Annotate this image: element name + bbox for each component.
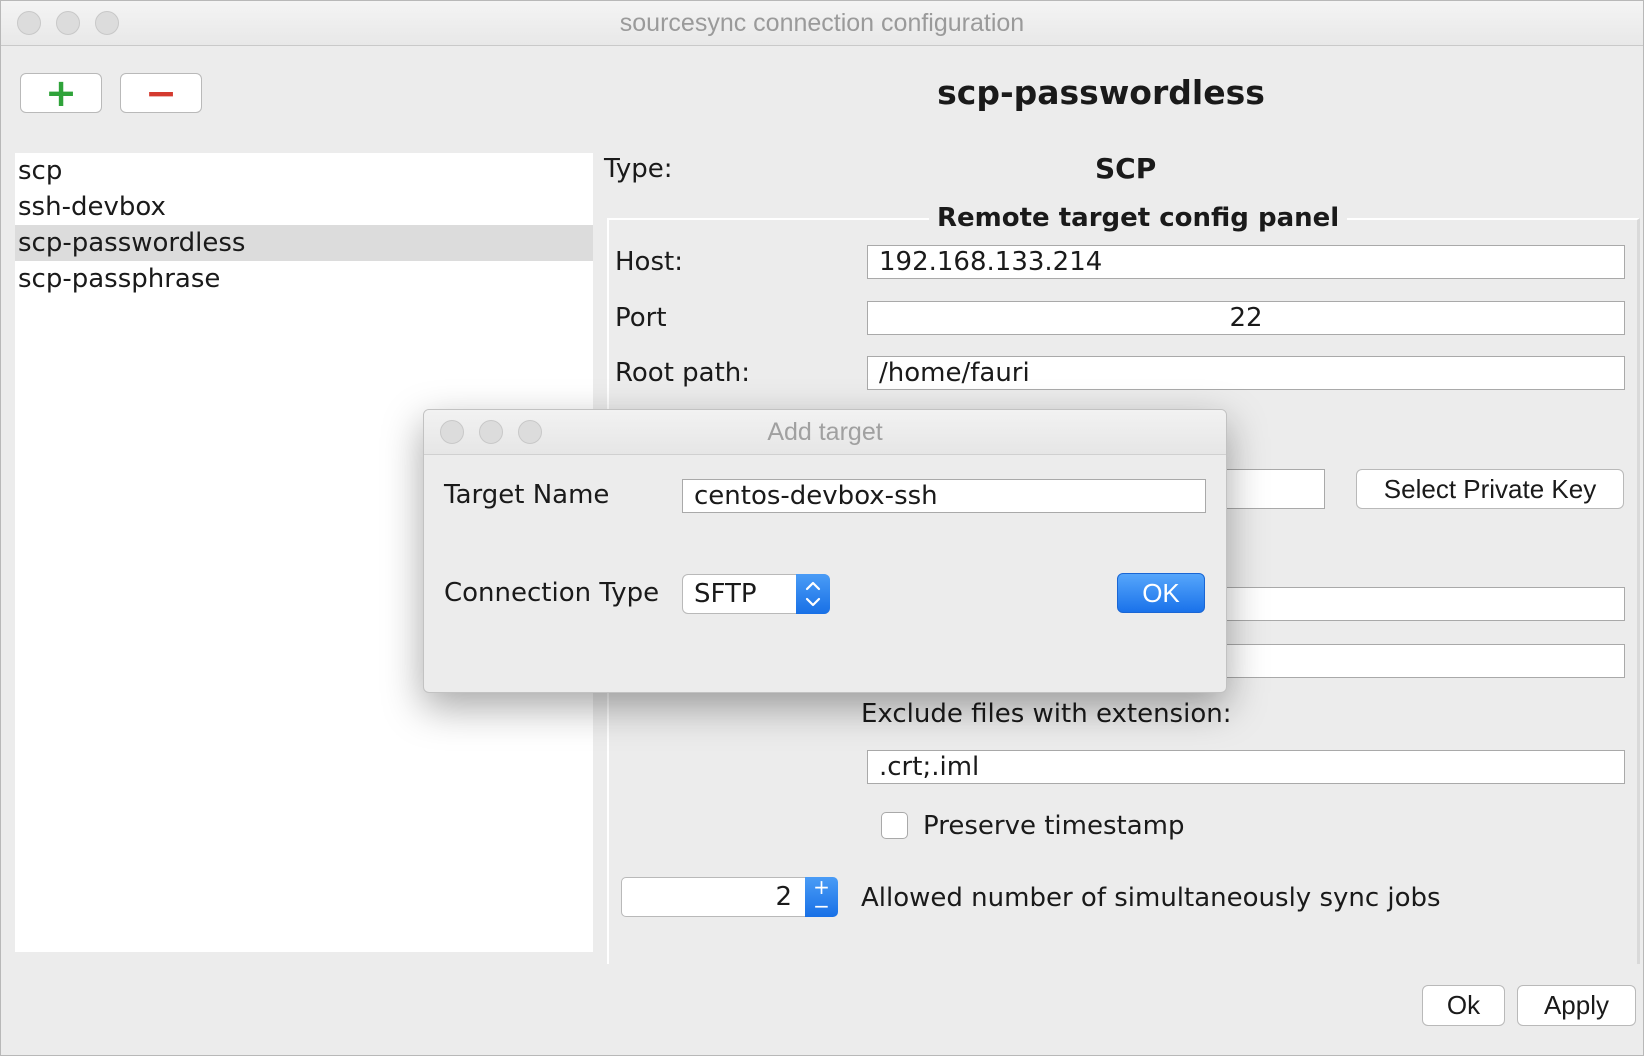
panel-title: Remote target config panel: [929, 203, 1348, 233]
hidden-input-1[interactable]: [1181, 587, 1625, 621]
host-label: Host:: [615, 247, 683, 277]
plus-icon: +: [45, 71, 77, 115]
minus-icon: −: [145, 71, 177, 115]
dialog-ok-button[interactable]: OK: [1117, 573, 1205, 613]
list-item[interactable]: ssh-devbox: [15, 189, 593, 225]
page-title: scp-passwordless: [937, 73, 1265, 112]
remove-target-button[interactable]: −: [120, 73, 202, 113]
sync-jobs-input[interactable]: 2: [621, 877, 807, 917]
port-input[interactable]: 22: [867, 301, 1625, 335]
select-private-key-button[interactable]: Select Private Key: [1356, 469, 1624, 509]
list-item-label: ssh-devbox: [18, 192, 166, 222]
window-title: sourcesync connection configuration: [619, 9, 1025, 37]
list-item-label: scp-passwordless: [18, 228, 246, 258]
preserve-timestamp-checkbox[interactable]: [881, 812, 908, 839]
connection-type-label: Connection Type: [444, 578, 660, 608]
type-value: SCP: [1095, 152, 1157, 185]
dialog-title: Add target: [767, 418, 883, 446]
add-target-button[interactable]: +: [20, 73, 102, 113]
list-item[interactable]: scp: [15, 153, 593, 189]
host-input[interactable]: 192.168.133.214: [867, 245, 1625, 279]
sync-jobs-stepper[interactable]: + −: [805, 877, 838, 917]
preserve-timestamp-label: Preserve timestamp: [923, 811, 1185, 841]
title-bar[interactable]: sourcesync connection configuration: [1, 1, 1643, 46]
list-item-selected[interactable]: scp-passwordless: [15, 225, 593, 261]
ok-button[interactable]: Ok: [1422, 985, 1505, 1026]
exclude-input[interactable]: .crt;.iml: [867, 750, 1625, 784]
hidden-input-2[interactable]: [1181, 644, 1625, 678]
target-name-input[interactable]: centos-devbox-ssh: [682, 479, 1206, 513]
dialog-title-bar[interactable]: Add target: [424, 410, 1226, 455]
target-name-label: Target Name: [444, 480, 610, 510]
decrement-icon[interactable]: −: [805, 896, 838, 916]
root-path-input[interactable]: /home/fauri: [867, 356, 1625, 390]
chevron-up-down-icon: [796, 574, 830, 614]
port-label: Port: [615, 303, 667, 333]
add-target-dialog: Add target Target Name centos-devbox-ssh…: [423, 409, 1227, 693]
connection-type-value: SFTP: [694, 579, 757, 609]
list-item-label: scp-passphrase: [18, 264, 221, 294]
root-path-label: Root path:: [615, 358, 751, 388]
type-label: Type:: [604, 154, 673, 184]
exclude-label: Exclude files with extension:: [861, 699, 1232, 729]
list-item-label: scp: [18, 156, 63, 186]
list-item[interactable]: scp-passphrase: [15, 261, 593, 297]
sync-jobs-label: Allowed number of simultaneously sync jo…: [861, 883, 1441, 913]
apply-button[interactable]: Apply: [1517, 985, 1636, 1026]
connection-type-select[interactable]: SFTP: [682, 574, 830, 614]
